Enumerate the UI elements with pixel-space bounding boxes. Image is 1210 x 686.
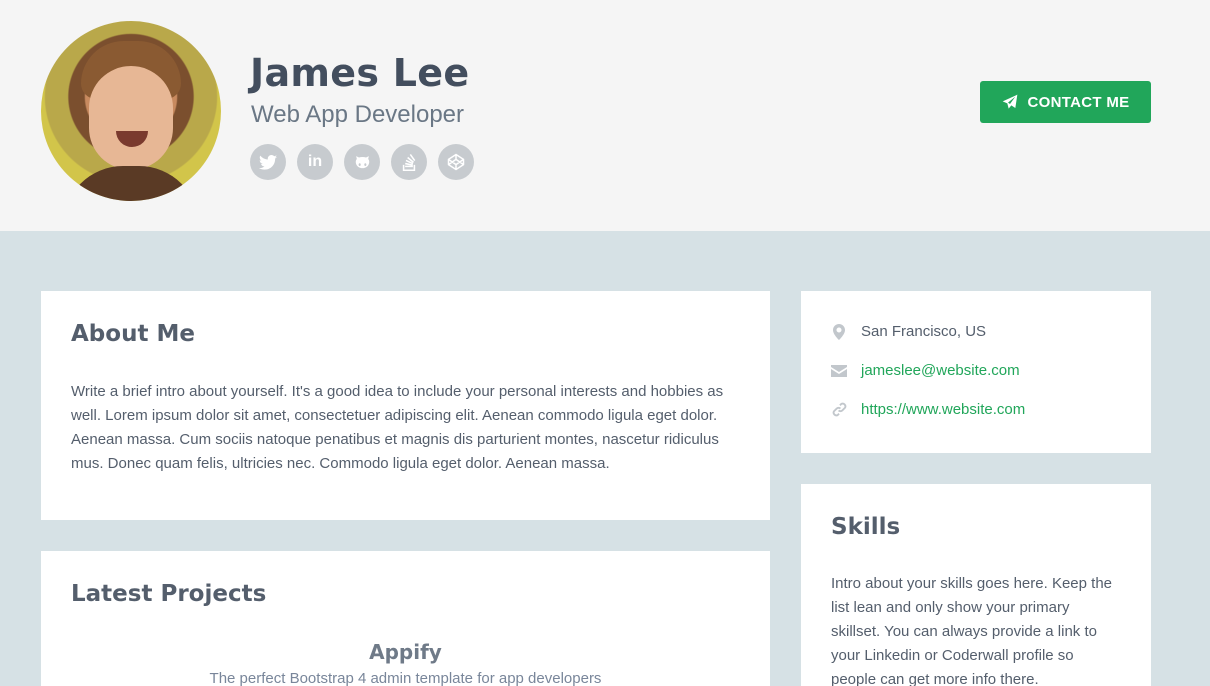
project-title[interactable]: Appify xyxy=(41,640,770,664)
contact-me-label: CONTACT ME xyxy=(1027,93,1130,111)
about-card: About Me Write a brief intro about yours… xyxy=(41,291,770,520)
twitter-icon[interactable] xyxy=(250,144,286,180)
projects-card: Latest Projects Appify The perfect Boots… xyxy=(41,551,770,686)
skills-card: Skills Intro about your skills goes here… xyxy=(801,484,1151,686)
location-text: San Francisco, US xyxy=(861,323,987,340)
email-link[interactable]: jameslee@website.com xyxy=(861,362,1020,379)
contact-me-button[interactable]: CONTACT ME xyxy=(980,81,1151,123)
location-row: San Francisco, US xyxy=(831,323,986,340)
project-description: The perfect Bootstrap 4 admin template f… xyxy=(209,670,602,686)
social-links: in xyxy=(250,144,474,180)
profile-name: James Lee xyxy=(250,51,470,95)
profile-title: Web App Developer xyxy=(251,101,465,128)
stackoverflow-icon[interactable] xyxy=(391,144,427,180)
email-row: jameslee@website.com xyxy=(831,362,1020,379)
linkedin-icon[interactable]: in xyxy=(297,144,333,180)
map-marker-icon xyxy=(831,323,847,340)
skills-heading: Skills xyxy=(831,514,901,540)
info-card: San Francisco, US jameslee@website.com h… xyxy=(801,291,1151,453)
about-text: Write a brief intro about yourself. It's… xyxy=(71,383,724,472)
link-icon xyxy=(831,402,847,418)
website-link[interactable]: https://www.website.com xyxy=(861,401,1025,418)
github-icon[interactable] xyxy=(344,144,380,180)
codepen-icon[interactable] xyxy=(438,144,474,180)
profile-avatar xyxy=(41,21,221,201)
skills-text: Intro about your skills goes here. Keep … xyxy=(831,575,1113,686)
about-heading: About Me xyxy=(71,321,195,347)
paper-plane-icon xyxy=(1002,94,1017,109)
profile-header: James Lee Web App Developer in CONTACT M… xyxy=(0,0,1210,231)
projects-heading: Latest Projects xyxy=(71,581,267,607)
website-row: https://www.website.com xyxy=(831,401,1025,418)
envelope-icon xyxy=(831,363,847,379)
